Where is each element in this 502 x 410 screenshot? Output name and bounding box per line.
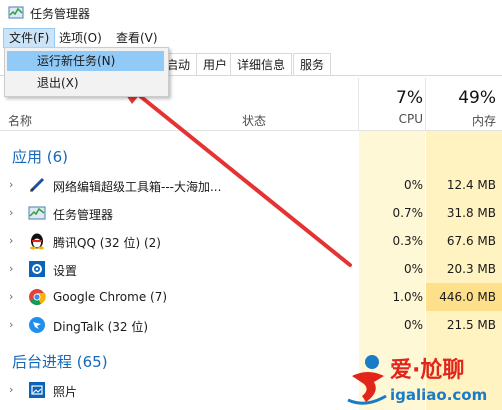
process-name: 网络编辑超级工具箱---大海加...: [53, 180, 222, 194]
watermark-logo-icon: [347, 355, 387, 405]
qq-penguin-icon: [28, 232, 46, 250]
menu-file[interactable]: 文件(F): [3, 28, 56, 48]
process-memory: 67.6 MB: [446, 234, 496, 248]
expand-chevron-icon[interactable]: ›: [9, 290, 19, 304]
process-cpu: 0.7%: [392, 206, 424, 220]
menu-exit[interactable]: 退出(X): [7, 73, 164, 93]
process-name: 照片: [53, 385, 78, 399]
chrome-icon: [28, 288, 46, 306]
expand-chevron-icon[interactable]: ›: [9, 318, 19, 332]
column-cpu[interactable]: CPU: [359, 112, 423, 126]
watermark-brand: 爱·尬聊: [390, 358, 465, 383]
process-memory: 21.5 MB: [446, 318, 496, 332]
process-cpu: 0%: [403, 178, 423, 192]
title-bar: 任务管理器: [0, 0, 502, 26]
photos-icon: [29, 382, 45, 398]
tab-services[interactable]: 服务: [293, 53, 332, 75]
menu-bar: 文件(F) 选项(O) 查看(V): [0, 28, 502, 48]
file-menu-dropdown: 运行新任务(N) 退出(X): [4, 47, 169, 97]
process-name: 任务管理器: [53, 208, 114, 222]
process-row[interactable]: › Google Chrome (7) 1.0% 446.0 MB: [0, 283, 502, 311]
process-row[interactable]: › 网络编辑超级工具箱---大海加... 0% 12.4 MB: [0, 171, 502, 199]
watermark-url: igaliao.com: [390, 386, 488, 404]
pen-icon: [28, 176, 46, 194]
process-name: DingTalk (32 位): [53, 320, 149, 334]
dingtalk-icon: [28, 316, 46, 334]
process-memory: 20.3 MB: [446, 262, 496, 276]
window-title: 任务管理器: [30, 7, 91, 21]
group-background-header[interactable]: 后台进程 (65): [12, 351, 108, 372]
watermark: 爱·尬聊 igaliao.com: [338, 348, 502, 410]
process-memory: 31.8 MB: [446, 206, 496, 220]
cpu-total-percent[interactable]: 7%: [359, 88, 423, 108]
process-row[interactable]: › 腾讯QQ (32 位) (2) 0.3% 67.6 MB: [0, 227, 502, 255]
process-memory: 446.0 MB: [426, 283, 502, 311]
process-memory: 12.4 MB: [446, 178, 496, 192]
group-apps-header[interactable]: 应用 (6): [12, 146, 68, 167]
memory-total-percent[interactable]: 49%: [426, 88, 496, 108]
menu-options[interactable]: 选项(O): [54, 28, 107, 48]
tab-details[interactable]: 详细信息: [230, 53, 293, 75]
process-row[interactable]: › 任务管理器 0.7% 31.8 MB: [0, 199, 502, 227]
menu-view[interactable]: 查看(V): [111, 28, 163, 48]
process-name: 腾讯QQ (32 位) (2): [53, 236, 161, 250]
menu-run-new-task[interactable]: 运行新任务(N): [7, 51, 164, 71]
task-manager-icon: [28, 204, 46, 222]
expand-chevron-icon[interactable]: ›: [9, 262, 19, 276]
task-manager-icon: [8, 6, 24, 19]
column-name[interactable]: 名称: [8, 112, 32, 129]
process-cpu: 0%: [403, 262, 423, 276]
process-name: Google Chrome (7): [53, 290, 168, 304]
process-cpu: 0%: [403, 318, 423, 332]
gear-icon: [28, 260, 46, 278]
process-row[interactable]: › 设置 0% 20.3 MB: [0, 255, 502, 283]
expand-chevron-icon[interactable]: ›: [9, 383, 19, 397]
tab-users[interactable]: 用户: [196, 53, 235, 75]
column-status[interactable]: 状态: [242, 112, 266, 129]
expand-chevron-icon[interactable]: ›: [9, 206, 19, 220]
process-row[interactable]: › DingTalk (32 位) 0% 21.5 MB: [0, 311, 502, 339]
process-cpu: 1.0%: [392, 290, 424, 304]
column-memory[interactable]: 内存: [426, 112, 496, 129]
expand-chevron-icon[interactable]: ›: [9, 178, 19, 192]
expand-chevron-icon[interactable]: ›: [9, 234, 19, 248]
process-cpu: 0.3%: [392, 234, 424, 248]
process-name: 设置: [53, 264, 78, 278]
